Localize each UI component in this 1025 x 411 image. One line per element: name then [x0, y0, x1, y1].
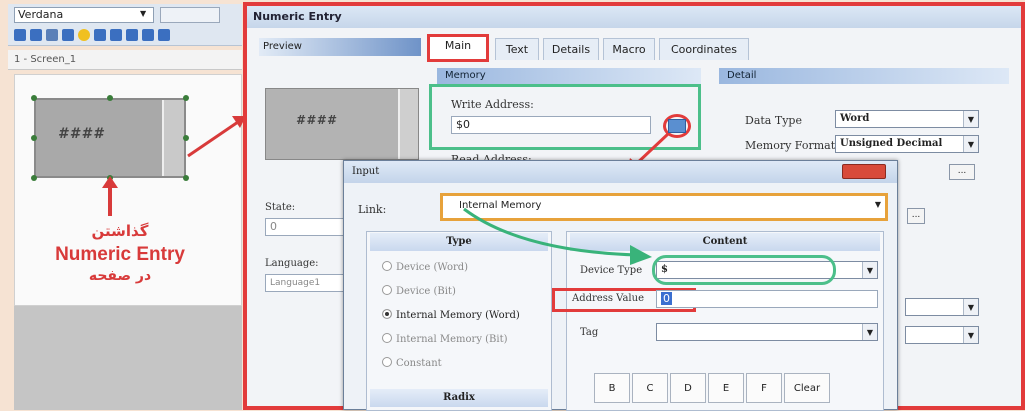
resize-handle[interactable]: [183, 95, 189, 101]
key-e-button[interactable]: E: [708, 373, 744, 403]
tab-macro[interactable]: Macro: [603, 38, 655, 60]
address-value-label: Address Value: [572, 293, 644, 304]
resize-handle[interactable]: [31, 95, 37, 101]
widget-text: ####: [58, 126, 105, 142]
resize-handle[interactable]: [31, 135, 37, 141]
new-icon[interactable]: [14, 29, 26, 41]
resize-handle[interactable]: [31, 175, 37, 181]
tag-label: Tag: [580, 327, 599, 338]
more-button[interactable]: ...: [907, 208, 925, 224]
close-button[interactable]: [842, 164, 886, 179]
preview-label: Preview: [259, 38, 421, 56]
write-address-label: Write Address:: [451, 98, 534, 111]
image-icon[interactable]: [142, 29, 154, 41]
tag-select[interactable]: ▼: [656, 323, 878, 341]
preview-bevel: [398, 89, 418, 159]
input-dialog-title: Input: [344, 161, 897, 183]
annotation-line-2: Numeric Entry: [55, 244, 185, 265]
chevron-down-icon[interactable]: ▼: [963, 136, 978, 152]
radix-header: Radix: [370, 389, 548, 407]
key-c-button[interactable]: C: [632, 373, 668, 403]
type-option[interactable]: Device (Bit): [382, 285, 456, 297]
radio-icon: [382, 357, 392, 367]
print-icon[interactable]: [62, 29, 74, 41]
lamp-icon[interactable]: [78, 29, 90, 41]
green-arrow-icon: [463, 207, 652, 265]
type-option[interactable]: Internal Memory (Bit): [382, 333, 508, 345]
screen-editor: Verdana ▼ 1 - Screen_1 #### گذاشتن Numer…: [0, 0, 246, 410]
clear-button[interactable]: Clear: [784, 373, 830, 403]
screen-tab[interactable]: 1 - Screen_1: [8, 50, 242, 70]
radio-selected-icon: [382, 309, 392, 319]
widget-bevel: [162, 100, 184, 176]
tab-main[interactable]: Main: [427, 34, 489, 62]
type-option[interactable]: Internal Memory (Word): [382, 309, 520, 321]
address-picker-button[interactable]: [668, 119, 686, 133]
pointer-arrow-icon: [187, 116, 246, 158]
radio-icon: [382, 261, 392, 271]
dropdown[interactable]: ▼: [905, 326, 979, 344]
input-dialog: Input Link: Internal Memory ▼ Type Devic…: [343, 160, 898, 411]
detail-header: Detail: [719, 68, 1009, 84]
memory-format-select[interactable]: Unsigned Decimal ▼: [835, 135, 979, 153]
chevron-down-icon[interactable]: ▼: [875, 200, 881, 209]
address-value: 0: [661, 292, 672, 305]
key-f-button[interactable]: F: [746, 373, 782, 403]
chart-icon[interactable]: [110, 29, 122, 41]
font-combo[interactable]: Verdana: [14, 7, 154, 23]
state-label: State:: [265, 202, 296, 213]
more-button[interactable]: ...: [949, 164, 975, 180]
table-icon[interactable]: [126, 29, 138, 41]
annotation-line-3: در صفحه: [88, 268, 152, 284]
chevron-down-icon[interactable]: ▼: [963, 327, 978, 343]
data-type-label: Data Type: [745, 114, 802, 127]
window-icon[interactable]: [158, 29, 170, 41]
annotation-line-1: گذاشتن: [91, 222, 149, 240]
editor-lower-area: [14, 306, 242, 410]
link-label: Link:: [358, 203, 387, 216]
preview-hashes: ####: [296, 113, 338, 127]
language-field[interactable]: Language1: [265, 274, 345, 292]
type-option[interactable]: Device (Word): [382, 261, 468, 273]
editor-toolbar: Verdana ▼: [8, 4, 242, 46]
tab-details[interactable]: Details: [543, 38, 599, 60]
memory-format-value: Unsigned Decimal: [840, 138, 943, 149]
size-combo[interactable]: [160, 7, 220, 23]
key-d-button[interactable]: D: [670, 373, 706, 403]
grid-icon[interactable]: [94, 29, 106, 41]
chevron-down-icon[interactable]: ▼: [862, 262, 877, 278]
chevron-down-icon[interactable]: ▼: [140, 9, 146, 18]
dialog-title: Numeric Entry: [247, 6, 1021, 28]
radio-icon: [382, 333, 392, 343]
numeric-entry-widget[interactable]: ####: [34, 98, 186, 178]
open-icon[interactable]: [30, 29, 42, 41]
device-type-highlight: [652, 255, 836, 285]
dropdown[interactable]: ▼: [905, 298, 979, 316]
tab-text[interactable]: Text: [495, 38, 539, 60]
chevron-down-icon[interactable]: ▼: [862, 324, 877, 340]
chevron-down-icon[interactable]: ▼: [963, 111, 978, 127]
state-field[interactable]: 0: [265, 218, 345, 236]
resize-handle[interactable]: [183, 175, 189, 181]
memory-header: Memory: [437, 68, 701, 84]
write-address-field[interactable]: $0: [451, 116, 651, 134]
save-icon[interactable]: [46, 29, 58, 41]
tab-coordinates[interactable]: Coordinates: [659, 38, 749, 60]
data-type-value: Word: [840, 113, 870, 124]
language-label: Language:: [265, 258, 319, 269]
memory-format-label: Memory Format: [745, 139, 836, 152]
radio-icon: [382, 285, 392, 295]
preview-widget: ####: [265, 88, 419, 160]
resize-handle[interactable]: [107, 95, 113, 101]
type-option[interactable]: Constant: [382, 357, 442, 369]
chevron-down-icon[interactable]: ▼: [963, 299, 978, 315]
key-b-button[interactable]: B: [594, 373, 630, 403]
up-arrow-icon: [102, 176, 118, 216]
address-value-field[interactable]: 0: [656, 290, 878, 308]
data-type-select[interactable]: Word ▼: [835, 110, 979, 128]
